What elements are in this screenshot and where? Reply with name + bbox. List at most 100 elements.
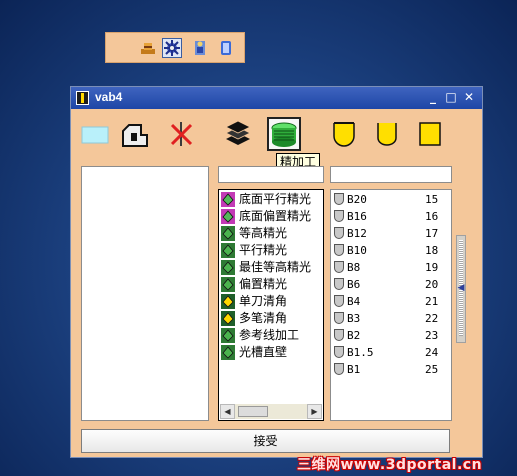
accept-button[interactable]: 接受 — [81, 429, 450, 453]
tool-number: 16 — [425, 210, 439, 223]
tool-icon — [334, 227, 344, 239]
strategy-label: 平行精光 — [239, 243, 288, 257]
vertical-scrollbar[interactable]: ◀ — [456, 235, 466, 343]
figure-icon[interactable] — [190, 38, 210, 58]
tool-icon — [334, 193, 344, 205]
tool-name: B4 — [347, 295, 361, 308]
tool-name: B3 — [347, 312, 361, 325]
tool-item[interactable]: B2 23 — [333, 327, 448, 344]
tool-number: 17 — [425, 227, 439, 240]
ball-endmill-icon[interactable] — [329, 119, 359, 149]
scroll-left-arrow-icon[interactable]: ◀ — [457, 281, 465, 295]
strategy-item[interactable]: 平行精光 — [221, 242, 321, 259]
title-bar[interactable]: vab4 _ □ ✕ — [71, 87, 482, 109]
strategy-label: 底面偏置精光 — [239, 209, 312, 223]
tool-item[interactable]: B3 22 — [333, 310, 448, 327]
tool-number: 18 — [425, 244, 439, 257]
strategy-label: 单刀清角 — [239, 294, 288, 308]
horizontal-scrollbar[interactable]: ◀ ▶ — [220, 404, 322, 419]
strategy-icon — [221, 294, 235, 309]
strategy-icon — [221, 243, 235, 258]
strategy-icon — [221, 209, 235, 224]
strategy-label: 偏置精光 — [239, 277, 288, 291]
strategy-label: 等高精光 — [239, 226, 288, 240]
tool-icon — [334, 210, 344, 222]
cup-icon[interactable] — [216, 38, 236, 58]
part-icon[interactable] — [119, 119, 149, 149]
window-title: vab4 — [95, 90, 123, 104]
tool-number: 25 — [425, 363, 439, 376]
tool-item[interactable]: B1.5 24 — [333, 344, 448, 361]
gear-icon[interactable] — [162, 38, 182, 58]
tool-filter-input[interactable] — [330, 166, 452, 183]
flat-endmill-icon[interactable] — [415, 119, 445, 149]
tool-item[interactable]: B10 18 — [333, 242, 448, 259]
bull-endmill-icon[interactable] — [372, 119, 402, 149]
strategy-label: 多笔清角 — [239, 311, 288, 325]
strategy-icon — [221, 311, 235, 326]
scroll-left-button[interactable]: ◀ — [220, 404, 235, 419]
tool-number: 24 — [425, 346, 439, 359]
strategy-item[interactable]: 光槽直壁 — [221, 344, 321, 361]
maximize-button[interactable]: □ — [444, 90, 458, 105]
strategy-label: 底面平行精光 — [239, 192, 312, 206]
tool-name: B12 — [347, 227, 367, 240]
dialog-window: vab4 _ □ ✕ 精加工 底面平行精光 底面偏置精光 等高精光 平行精光 最佳等高精… — [70, 86, 483, 458]
minimize-button[interactable]: _ — [426, 90, 440, 105]
strategy-item[interactable]: 等高精光 — [221, 225, 321, 242]
strategy-icon — [221, 260, 235, 275]
strategy-item[interactable]: 最佳等高精光 — [221, 259, 321, 276]
tool-icon — [334, 278, 344, 290]
tool-name: B10 — [347, 244, 367, 257]
tool-item[interactable]: B20 15 — [333, 191, 448, 208]
strategy-item[interactable]: 单刀清角 — [221, 293, 321, 310]
tool-item[interactable]: B1 25 — [333, 361, 448, 378]
tool-item[interactable]: B12 17 — [333, 225, 448, 242]
tool-item[interactable]: B4 21 — [333, 293, 448, 310]
tool-icon — [334, 346, 344, 358]
watermark: 三维网www.3dportal.cn — [297, 457, 483, 473]
strategy-item[interactable]: 偏置精光 — [221, 276, 321, 293]
strategy-icon — [221, 345, 235, 360]
tool-name: B1 — [347, 363, 361, 376]
tool-number: 21 — [425, 295, 439, 308]
tool-number: 15 — [425, 193, 439, 206]
tool-name: B2 — [347, 329, 361, 342]
strategy-item[interactable]: 底面偏置精光 — [221, 208, 321, 225]
strategy-list[interactable]: 底面平行精光 底面偏置精光 等高精光平行精光最佳等高精光 偏置精光单刀清角多笔清角参考… — [218, 189, 324, 421]
tool-icon — [334, 329, 344, 341]
strategy-item[interactable]: 参考线加工 — [221, 327, 321, 344]
strategy-icon — [221, 192, 235, 207]
floating-toolbar — [105, 32, 245, 63]
tool-item[interactable]: B8 19 — [333, 259, 448, 276]
tool-item[interactable]: B16 16 — [333, 208, 448, 225]
tool-number: 20 — [425, 278, 439, 291]
tool-number: 23 — [425, 329, 439, 342]
operation-tree-panel[interactable] — [81, 166, 209, 421]
tool-icon — [334, 244, 344, 256]
tool-name: B6 — [347, 278, 361, 291]
scroll-thumb[interactable] — [238, 406, 268, 417]
tool-icon — [334, 312, 344, 324]
strategy-item[interactable]: 多笔清角 — [221, 310, 321, 327]
tool-name: B20 — [347, 193, 367, 206]
strategy-icon — [221, 226, 235, 241]
strategy-filter-input[interactable] — [218, 166, 324, 183]
strategy-label: 最佳等高精光 — [239, 260, 312, 274]
finish-machining-icon[interactable] — [267, 117, 301, 151]
hat-icon[interactable] — [138, 38, 158, 58]
tool-icon — [334, 363, 344, 375]
close-button[interactable]: ✕ — [462, 90, 476, 105]
tool-number: 19 — [425, 261, 439, 274]
tool-name: B8 — [347, 261, 361, 274]
layers-icon[interactable] — [223, 119, 253, 149]
strategy-label: 参考线加工 — [239, 328, 300, 342]
strategy-item[interactable]: 底面平行精光 — [221, 191, 321, 208]
scroll-right-button[interactable]: ▶ — [307, 404, 322, 419]
tool-list[interactable]: B20 15 B16 16 B12 17 B10 18 B8 19 B6 20 B4 21 B3 22 B2 23… — [330, 189, 452, 421]
tool-name: B16 — [347, 210, 367, 223]
material-icon[interactable] — [81, 119, 111, 149]
tool-item[interactable]: B6 20 — [333, 276, 448, 293]
strategy-icon — [221, 328, 235, 343]
clear-icon[interactable] — [166, 119, 196, 149]
